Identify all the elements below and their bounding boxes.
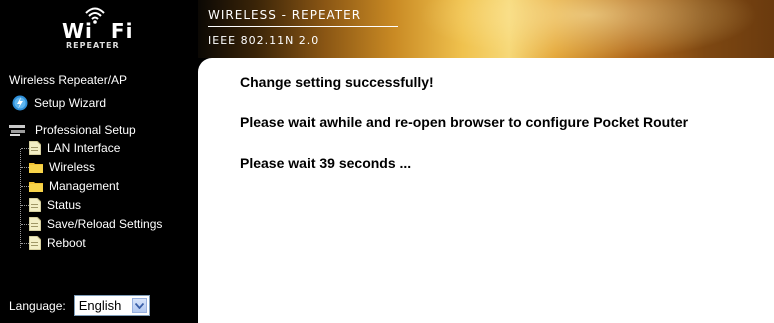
language-selector: Language: English bbox=[9, 295, 150, 316]
sidebar-title: Wireless Repeater/AP bbox=[9, 73, 128, 87]
banner-subtitle: IEEE 802.11N 2.0 bbox=[208, 34, 320, 47]
chevron-down-icon[interactable] bbox=[131, 298, 147, 313]
sidebar-item-reboot[interactable]: Reboot bbox=[29, 235, 86, 251]
folder-icon bbox=[29, 182, 43, 192]
logo-text: Wi Fi bbox=[62, 19, 133, 43]
logo-wifi-right: Fi bbox=[110, 19, 134, 43]
tree-branch bbox=[21, 205, 29, 206]
banner-title: WIRELESS - REPEATER bbox=[208, 8, 362, 22]
folder-icon bbox=[29, 163, 43, 173]
success-message: Change setting successfully! bbox=[240, 74, 434, 90]
sidebar-item-label: Status bbox=[47, 198, 82, 212]
tree-branch bbox=[21, 224, 29, 225]
sidebar-item-label: Wireless bbox=[49, 160, 96, 174]
banner-divider bbox=[208, 26, 398, 27]
sidebar-item-label: Setup Wizard bbox=[34, 96, 107, 110]
logo-wifi-left: Wi bbox=[62, 19, 93, 43]
document-icon bbox=[29, 236, 41, 250]
countdown-message: Please wait 39 seconds ... bbox=[240, 155, 412, 171]
sidebar-item-professional-setup[interactable]: Professional Setup bbox=[9, 122, 136, 138]
sidebar-item-save-reload-settings[interactable]: Save/Reload Settings bbox=[29, 216, 162, 232]
document-icon bbox=[29, 141, 41, 155]
sidebar-item-label: Professional Setup bbox=[35, 123, 136, 137]
tree-branch bbox=[21, 148, 29, 149]
language-select[interactable]: English bbox=[73, 295, 150, 316]
sidebar-item-label: Save/Reload Settings bbox=[47, 217, 163, 231]
tree-branch bbox=[21, 243, 29, 244]
tree-branch bbox=[21, 167, 29, 168]
header: Wi Fi REPEATER WIRELESS - REPEATER IEEE 8… bbox=[0, 0, 774, 58]
tree-branch bbox=[21, 186, 29, 187]
logo: Wi Fi REPEATER bbox=[0, 0, 198, 58]
sidebar-item-lan-interface[interactable]: LAN Interface bbox=[29, 140, 120, 156]
logo-subtitle: REPEATER bbox=[66, 41, 120, 50]
reopen-message: Please wait awhile and re-open browser t… bbox=[240, 114, 689, 130]
sidebar-item-wireless[interactable]: Wireless bbox=[29, 159, 95, 175]
language-selected-value: English bbox=[78, 298, 122, 313]
document-icon bbox=[29, 198, 41, 212]
tree-line bbox=[20, 149, 21, 248]
sidebar-item-label: Reboot bbox=[47, 236, 86, 250]
document-icon bbox=[29, 217, 41, 231]
sidebar: Wireless Repeater/AP Setup Wizard Profes… bbox=[0, 58, 198, 323]
wizard-icon bbox=[12, 95, 28, 111]
language-label: Language: bbox=[9, 298, 66, 313]
main-content: Change setting successfully! Please wait… bbox=[198, 58, 774, 323]
banner: WIRELESS - REPEATER IEEE 802.11N 2.0 bbox=[198, 0, 774, 58]
sidebar-item-label: LAN Interface bbox=[47, 141, 121, 155]
sidebar-item-status[interactable]: Status bbox=[29, 197, 81, 213]
sidebar-item-management[interactable]: Management bbox=[29, 178, 119, 194]
sidebar-item-setup-wizard[interactable]: Setup Wizard bbox=[12, 95, 106, 111]
banner-glow bbox=[418, 0, 758, 58]
sidebar-item-label: Management bbox=[49, 179, 120, 193]
tools-icon bbox=[9, 125, 25, 136]
